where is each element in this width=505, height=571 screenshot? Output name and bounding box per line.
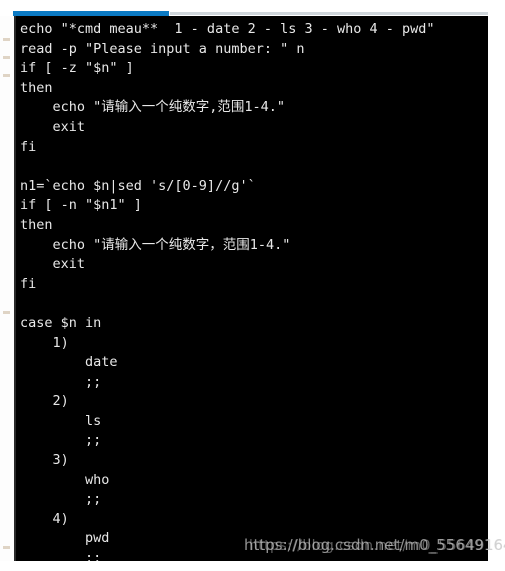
terminal-line: ;;	[20, 373, 102, 390]
terminal-line: exit	[20, 256, 86, 273]
terminal-line: exit	[20, 118, 86, 135]
gutter-mark	[3, 56, 10, 59]
page-left-gutter	[0, 16, 15, 561]
terminal-line: n1=`echo $n|sed 's/[0-9]//g'`	[20, 177, 256, 194]
terminal-line: ;;	[20, 491, 102, 508]
terminal-line: echo "请输入一个纯数字，范围1-4."	[20, 236, 291, 253]
terminal-line: case $n in	[20, 314, 102, 331]
gutter-mark	[3, 546, 10, 549]
terminal-window[interactable]: echo "*cmd meau** 1 - date 2 - ls 3 - wh…	[14, 16, 488, 561]
terminal-line: date	[20, 354, 118, 371]
terminal-line: pwd	[20, 530, 110, 547]
gutter-mark	[3, 311, 10, 314]
terminal-line: who	[20, 471, 110, 488]
terminal-code-body[interactable]: echo "*cmd meau** 1 - date 2 - ls 3 - wh…	[20, 20, 488, 561]
gutter-mark	[3, 38, 10, 41]
terminal-left-edge	[14, 16, 16, 561]
terminal-line: ls	[20, 412, 102, 429]
terminal-line: then	[20, 216, 53, 233]
terminal-line: 3)	[20, 452, 69, 469]
terminal-line: if [ -z "$n" ]	[20, 60, 134, 77]
terminal-line: then	[20, 79, 53, 96]
terminal-line: ;;	[20, 432, 102, 449]
terminal-line: read -p "Please input a number: " n	[20, 40, 305, 57]
terminal-line: echo "*cmd meau** 1 - date 2 - ls 3 - wh…	[20, 21, 435, 37]
terminal-line: 2)	[20, 393, 69, 410]
gutter-mark	[3, 74, 10, 77]
terminal-line: 4)	[20, 510, 69, 527]
terminal-line: if [ -n "$n1" ]	[20, 197, 142, 214]
page-bottom-margin	[0, 561, 505, 571]
page-loading-bar-remainder	[170, 12, 488, 15]
terminal-line: ;;	[20, 550, 102, 561]
screenshot-root: echo "*cmd meau** 1 - date 2 - ls 3 - wh…	[0, 0, 505, 571]
terminal-line: echo "请输入一个纯数字,范围1-4."	[20, 99, 286, 116]
terminal-line: fi	[20, 275, 37, 292]
terminal-line: 1)	[20, 334, 69, 351]
terminal-line: fi	[20, 138, 37, 155]
